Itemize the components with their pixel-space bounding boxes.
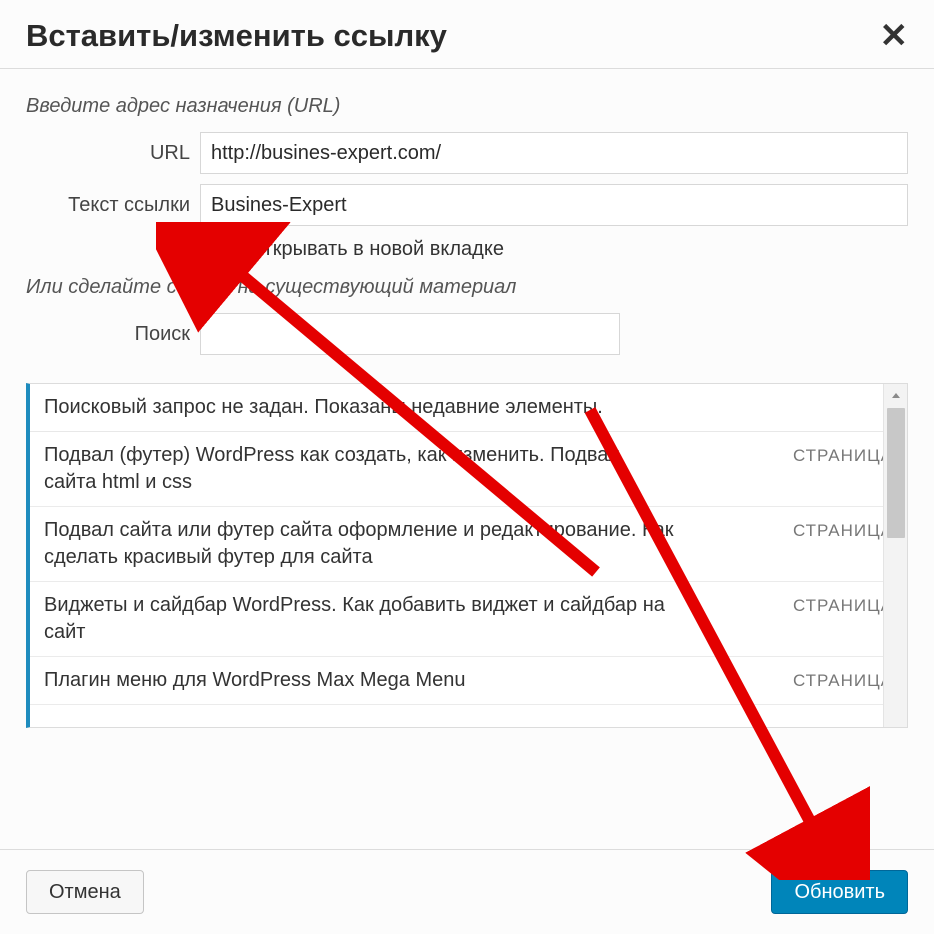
cancel-button[interactable]: Отмена: [26, 870, 144, 914]
item-type: СТРАНИЦА: [793, 442, 893, 466]
instruction-existing: Или сделайте ссылку на существующий мате…: [26, 276, 908, 299]
new-tab-label: Открывать в новой вкладке: [248, 238, 504, 261]
close-icon[interactable]: ✕: [880, 19, 909, 53]
item-title: Подвал сайта или футер сайта оформление …: [44, 517, 674, 571]
results-status: Поисковый запрос не задан. Показаны неда…: [30, 384, 907, 432]
search-input[interactable]: [200, 313, 620, 355]
results-scroll[interactable]: Поисковый запрос не задан. Показаны неда…: [30, 384, 907, 727]
results-panel: Поисковый запрос не задан. Показаны неда…: [26, 383, 908, 728]
scroll-up-icon[interactable]: [884, 384, 907, 408]
scrollbar[interactable]: [883, 384, 907, 727]
link-dialog: Вставить/изменить ссылку ✕ Введите адрес…: [0, 0, 934, 934]
scroll-thumb[interactable]: [887, 408, 905, 538]
link-text-input[interactable]: [200, 184, 908, 226]
item-title: Подвал (футер) WordPress как создать, ка…: [44, 442, 674, 496]
item-type: СТРАНИЦА: [793, 592, 893, 616]
search-row: Поиск: [26, 313, 908, 355]
list-item[interactable]: Подвал (футер) WordPress как создать, ка…: [30, 432, 907, 507]
url-row: URL: [26, 132, 908, 174]
item-title: Плагин меню для WordPress Max Mega Menu: [44, 667, 466, 694]
search-label: Поиск: [26, 323, 200, 346]
list-item[interactable]: Виджеты и сайдбар WordPress. Как добавит…: [30, 582, 907, 657]
list-item[interactable]: Плагин меню для WordPress Max Mega Menu …: [30, 657, 907, 705]
url-label: URL: [26, 142, 200, 165]
new-tab-checkbox[interactable]: [210, 236, 236, 262]
item-title: Виджеты и сайдбар WordPress. Как добавит…: [44, 592, 674, 646]
dialog-footer: Отмена Обновить: [0, 849, 934, 934]
instruction-url: Введите адрес назначения (URL): [26, 95, 908, 118]
dialog-title: Вставить/изменить ссылку: [26, 18, 447, 54]
item-type: СТРАНИЦА: [793, 667, 893, 691]
submit-button[interactable]: Обновить: [771, 870, 908, 914]
dialog-body: Введите адрес назначения (URL) URL Текст…: [0, 69, 934, 373]
list-item[interactable]: Подвал сайта или футер сайта оформление …: [30, 507, 907, 582]
link-text-label: Текст ссылки: [26, 194, 200, 217]
url-input[interactable]: [200, 132, 908, 174]
item-type: СТРАНИЦА: [793, 517, 893, 541]
link-text-row: Текст ссылки: [26, 184, 908, 226]
new-tab-row: Открывать в новой вкладке: [210, 236, 908, 262]
dialog-header: Вставить/изменить ссылку ✕: [0, 0, 934, 69]
check-icon: [213, 239, 233, 259]
